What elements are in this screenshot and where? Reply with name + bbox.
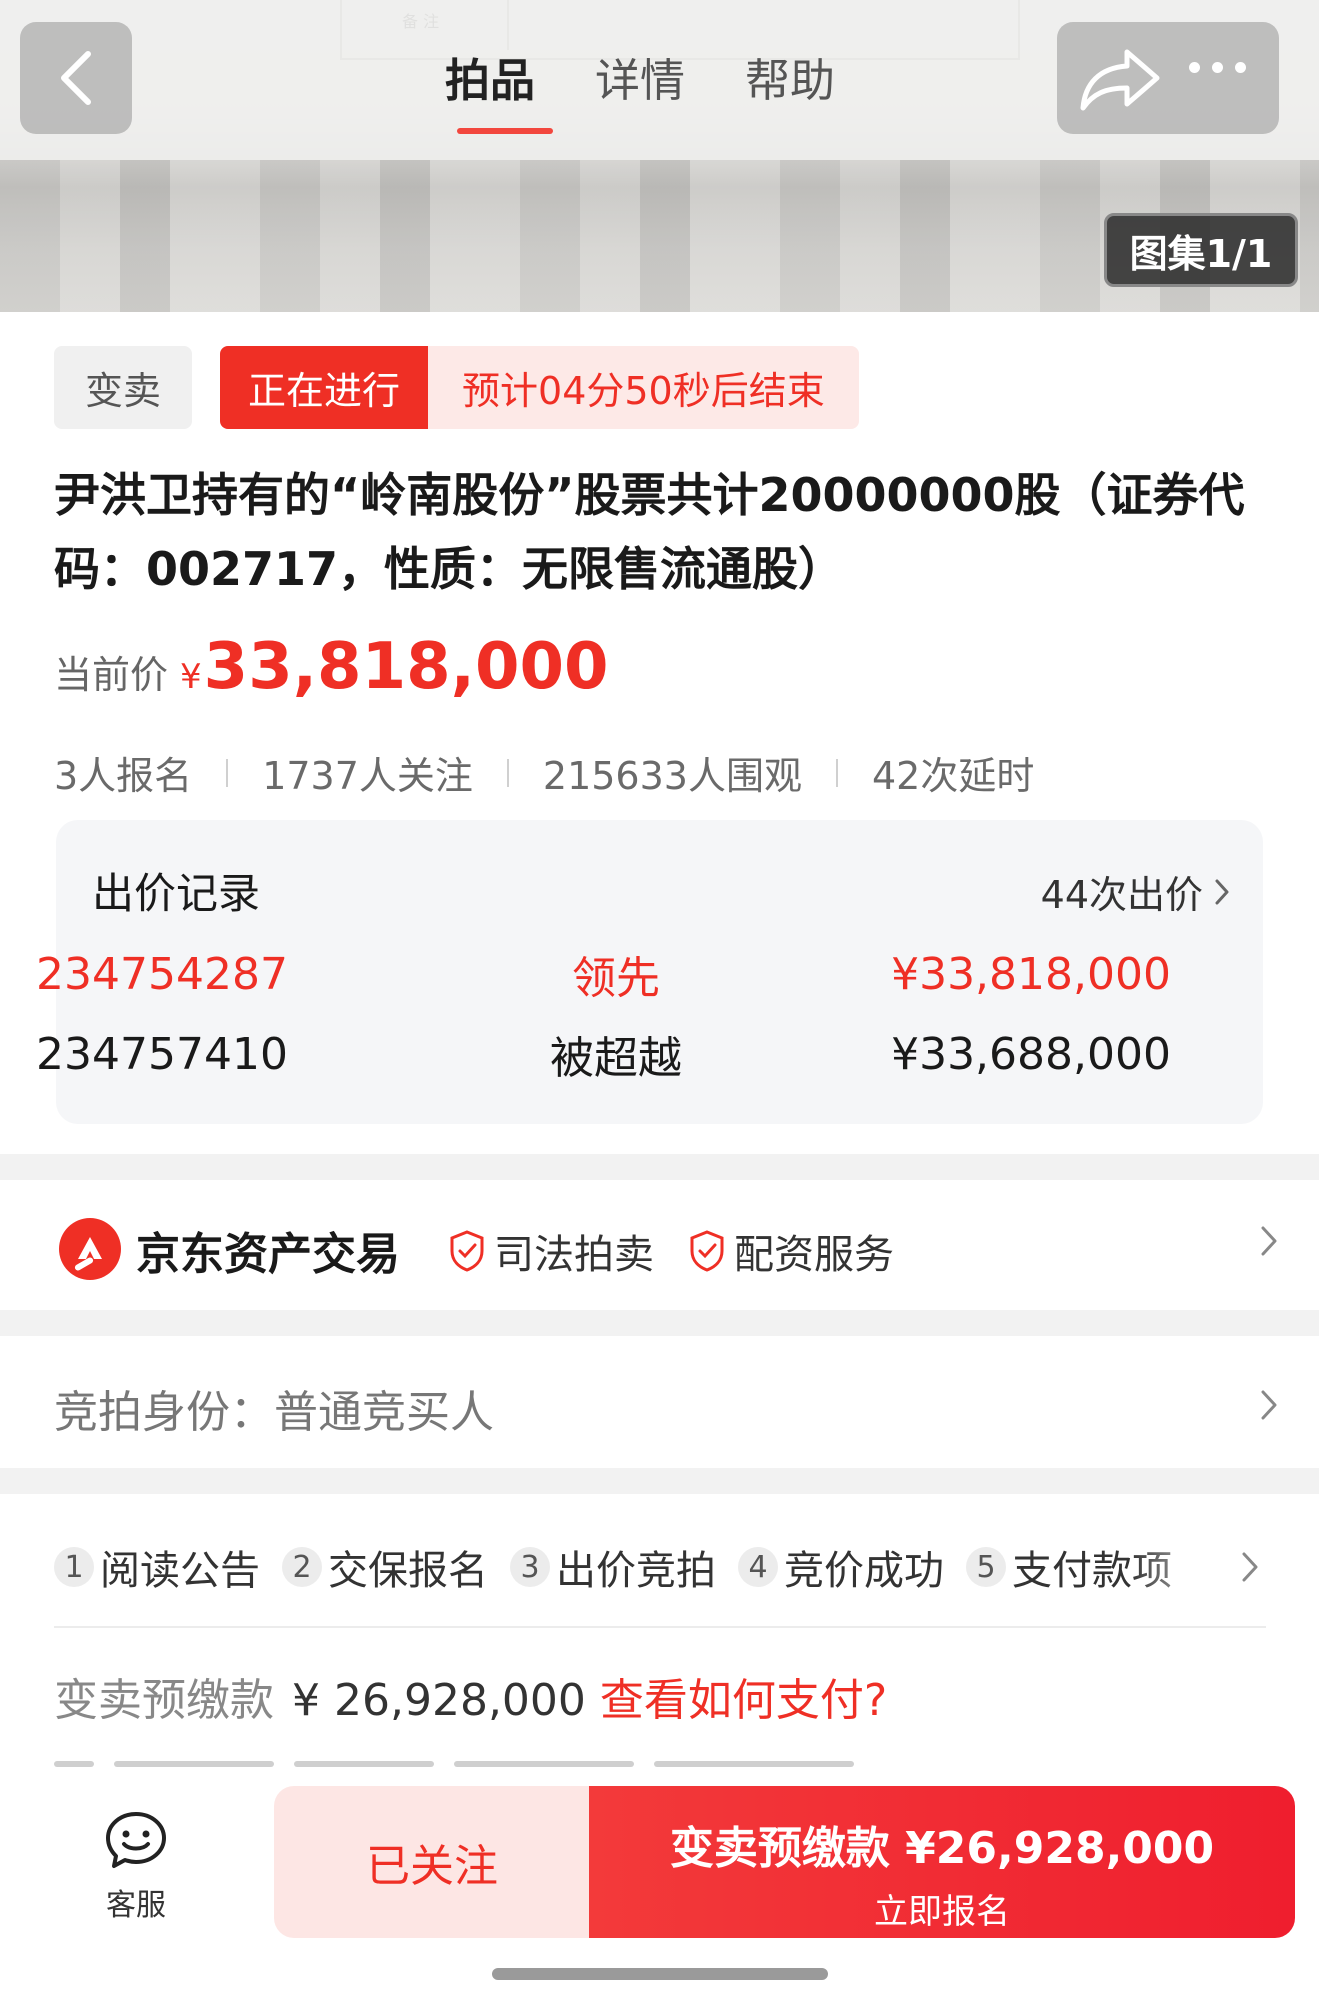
section-tabs: 拍品 详情 帮助	[445, 44, 895, 134]
current-price: 当前价 ¥ 33,818,000	[54, 630, 609, 710]
badge-label: 司法拍卖	[494, 1232, 654, 1278]
step-label: 出价竞拍	[556, 1548, 716, 1594]
shield-check-icon	[450, 1230, 484, 1272]
chevron-right-icon	[1261, 1390, 1277, 1420]
stat-registrations: 3人报名	[54, 754, 193, 798]
bid-count: 44次出价	[1040, 873, 1203, 917]
step-bid: 3 出价竞拍	[510, 1538, 716, 1596]
stat-followers: 1737人关注	[262, 754, 473, 798]
status-tags: 变卖 正在进行 预计04分50秒后结束	[54, 346, 859, 429]
step-read-notice: 1 阅读公告	[54, 1538, 260, 1596]
smiley-chat-icon	[106, 1812, 166, 1868]
bid-status: 领先	[572, 953, 660, 1004]
section-divider	[0, 1468, 1319, 1494]
step-number: 3	[510, 1547, 550, 1587]
judicial-auction-badge: 司法拍卖	[448, 1222, 654, 1280]
register-now-button[interactable]: 变卖预缴款 ¥26,928,000 立即报名	[589, 1786, 1295, 1938]
bottom-action-bar: 客服 已关注 变卖预缴款 ¥26,928,000 立即报名	[0, 1772, 1319, 1996]
home-indicator[interactable]	[492, 1968, 828, 1980]
step-number: 4	[738, 1547, 778, 1587]
deposit-label: 变卖预缴款	[54, 1675, 274, 1726]
bid-row-outbid: 234757410 被超越 ¥33,688,000	[36, 1024, 1171, 1085]
divider	[54, 1626, 1266, 1628]
financing-service-badge: 配资服务	[688, 1222, 894, 1280]
jd-asset-logo-icon	[59, 1218, 121, 1280]
identity-label: 竞拍身份：普通竞买人	[54, 1387, 494, 1438]
customer-service-button[interactable]: 客服	[96, 1810, 176, 1924]
partially-hidden-row	[54, 1752, 1154, 1768]
share-icon[interactable]	[1075, 44, 1165, 114]
bidder-id: 234754287	[36, 948, 288, 1000]
back-button[interactable]	[20, 22, 132, 134]
chevron-left-icon	[61, 51, 91, 105]
stat-extensions: 42次延时	[871, 754, 1035, 798]
step-win: 4 竞价成功	[738, 1538, 944, 1596]
more-icon[interactable]	[1189, 62, 1246, 73]
chevron-right-icon[interactable]	[1240, 1550, 1260, 1584]
gallery-counter[interactable]: 图集1/1	[1104, 213, 1298, 287]
deposit-amount: ¥ 26,928,000	[292, 1675, 586, 1726]
chevron-right-icon	[1261, 1226, 1277, 1256]
register-deposit-text: 变卖预缴款 ¥26,928,000	[669, 1823, 1215, 1874]
shield-check-icon	[690, 1230, 724, 1272]
item-title: 尹洪卫持有的“岭南股份”股票共计20000000股（证券代码：002717，性质…	[54, 468, 1245, 596]
badge-label: 配资服务	[734, 1232, 894, 1278]
follow-button[interactable]: 已关注	[274, 1786, 590, 1938]
step-number: 5	[966, 1547, 1006, 1587]
chevron-right-icon	[1215, 879, 1229, 904]
stat-viewers: 215633人围观	[542, 754, 802, 798]
auction-item-page: 备 注 拍品 详情 帮助 图集1/1 变卖 正在进行 预计04分50秒后结束 尹…	[0, 0, 1319, 1996]
auction-steps[interactable]: 1 阅读公告 2 交保报名 3 出价竞拍 4 竞价成功 5 支付款项	[54, 1538, 1194, 1596]
bid-record-title: 出价记录	[92, 869, 261, 918]
price-value: 33,818,000	[203, 630, 609, 704]
bid-amount: ¥33,818,000	[891, 948, 1171, 1000]
sale-type-tag: 变卖	[54, 346, 192, 429]
top-navigation-bar: 拍品 详情 帮助	[0, 0, 1319, 160]
countdown-timer: 预计04分50秒后结束	[428, 346, 859, 429]
how-to-pay-link[interactable]: 查看如何支付?	[600, 1664, 887, 1728]
step-deposit-register: 2 交保报名	[282, 1538, 488, 1596]
auction-stats: 3人报名 1737人关注 215633人围观 42次延时	[54, 745, 1034, 800]
tab-help[interactable]: 帮助	[745, 44, 835, 109]
platform-row[interactable]: 京东资产交易 司法拍卖 配资服务	[0, 1180, 1319, 1310]
steps-fade	[1130, 1530, 1240, 1590]
step-number: 2	[282, 1547, 322, 1587]
deposit-row: 变卖预缴款 ¥ 26,928,000 查看如何支付?	[54, 1664, 887, 1728]
bid-status: 被超越	[550, 1033, 682, 1084]
platform-name: 京东资产交易	[136, 1229, 400, 1280]
step-label: 竞价成功	[784, 1548, 944, 1594]
price-label: 当前价	[54, 653, 169, 697]
step-label: 阅读公告	[100, 1548, 260, 1594]
bidder-id: 234757410	[36, 1028, 288, 1080]
status-badge: 正在进行	[220, 346, 429, 429]
action-buttons	[1057, 22, 1279, 134]
customer-service-label: 客服	[106, 1888, 166, 1923]
tab-details[interactable]: 详情	[595, 44, 685, 109]
bid-amount: ¥33,688,000	[891, 1028, 1171, 1080]
section-divider	[0, 1310, 1319, 1336]
step-label: 交保报名	[328, 1548, 488, 1594]
register-now-text: 立即报名	[874, 1892, 1010, 1932]
step-number: 1	[54, 1547, 94, 1587]
tab-item[interactable]: 拍品	[445, 44, 554, 134]
section-divider	[0, 1154, 1319, 1180]
bidder-identity-row[interactable]: 竞拍身份：普通竞买人	[0, 1336, 1319, 1468]
bid-count-link[interactable]: 44次出价	[1041, 864, 1231, 919]
bid-row-leading: 234754287 领先 ¥33,818,000	[36, 944, 1171, 1005]
currency-symbol: ¥	[180, 657, 202, 697]
